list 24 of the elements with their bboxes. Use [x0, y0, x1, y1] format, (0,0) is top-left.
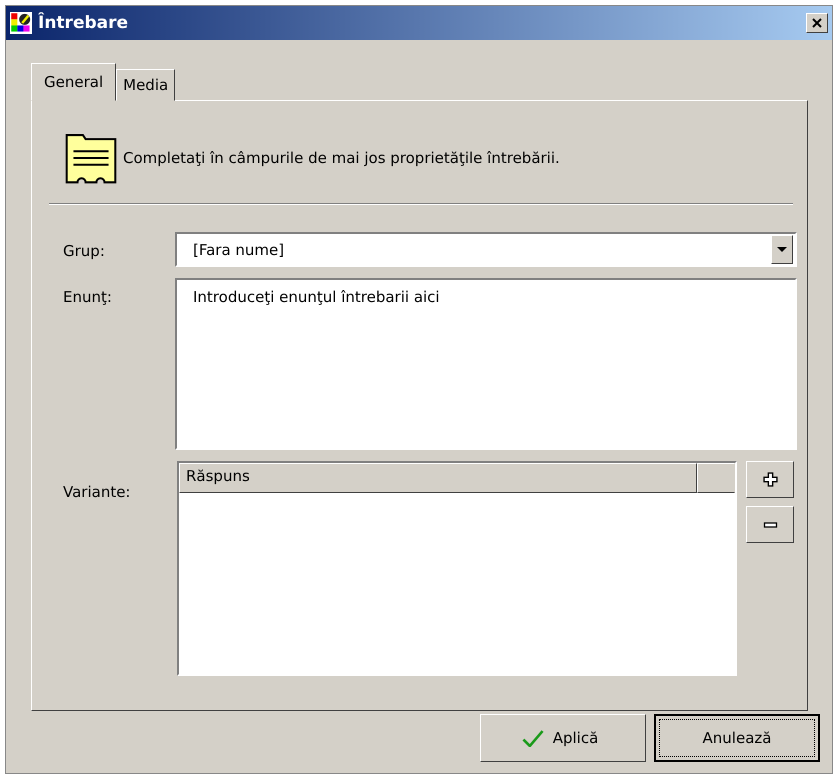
window-title: Întrebare	[38, 13, 130, 33]
cancel-button[interactable]: Anulează	[654, 714, 820, 762]
group-dropdown[interactable]: [Fara nume]	[175, 232, 797, 267]
close-icon	[812, 18, 822, 28]
column-header[interactable]: Răspuns	[179, 463, 697, 493]
instruction-text: Completaţi în câmpurile de mai jos proprietăţile întrebării.	[123, 149, 560, 167]
field-label: Enunţ:	[62, 287, 113, 308]
close-button[interactable]	[806, 13, 828, 33]
statement-field[interactable]: Introduceţi enunţul întrebarii aici	[175, 278, 797, 450]
answers-list[interactable]: Răspuns	[177, 461, 737, 676]
tab[interactable]: Media	[116, 69, 176, 101]
add-button[interactable]	[746, 461, 794, 498]
minus-icon	[762, 522, 778, 528]
apply-button[interactable]: Aplică	[480, 714, 646, 762]
palette-icon	[10, 12, 32, 34]
field-label: Grup:	[62, 241, 106, 262]
checkmark-icon	[522, 730, 544, 746]
tab[interactable]: General	[31, 63, 116, 101]
column-header	[697, 463, 735, 493]
caret-icon	[777, 247, 787, 252]
remove-button[interactable]	[746, 506, 794, 543]
plus-icon	[762, 472, 778, 487]
dropdown-button[interactable]	[771, 235, 793, 264]
field-label: Variante:	[62, 482, 132, 503]
